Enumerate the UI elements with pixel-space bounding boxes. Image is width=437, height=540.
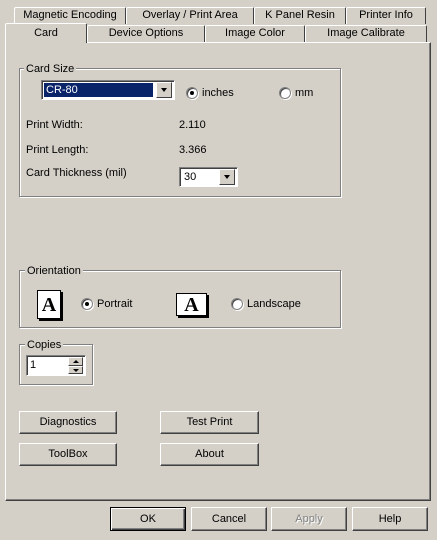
help-button[interactable]: Help (352, 507, 428, 531)
about-button[interactable]: About (160, 443, 259, 466)
card-size-title: Card Size (24, 63, 77, 75)
radio-inches[interactable] (186, 87, 198, 99)
decrement-arrow-icon[interactable] (68, 366, 83, 374)
tab-printer-info[interactable]: Printer Info (346, 7, 426, 24)
button-label: ToolBox (48, 448, 88, 460)
landscape-page-icon: A (176, 293, 207, 316)
button-label: Help (378, 513, 402, 525)
ok-button[interactable]: OK (110, 507, 186, 531)
tab-label: Image Calibrate (327, 27, 405, 39)
tab-label: Magnetic Encoding (23, 9, 117, 21)
print-length-label: Print Length: (26, 144, 89, 156)
diagnostics-button[interactable]: Diagnostics (19, 411, 117, 434)
test-print-button[interactable]: Test Print (160, 411, 259, 434)
print-width-value: 2.110 (179, 119, 206, 131)
button-label: About (195, 448, 224, 460)
card-thickness-label: Card Thickness (mil) (26, 167, 127, 179)
card-size-dropdown[interactable]: CR-80 (41, 80, 175, 100)
copies-value: 1 (30, 359, 37, 371)
button-label: Diagnostics (39, 416, 97, 428)
button-label: OK (140, 513, 156, 525)
tab-image-color[interactable]: Image Color (205, 25, 305, 42)
card-thickness-dropdown[interactable]: 30 (179, 167, 238, 187)
copies-title: Copies (25, 339, 64, 351)
tab-label: Device Options (108, 27, 184, 39)
portrait-page-icon: A (37, 290, 61, 319)
toolbox-button[interactable]: ToolBox (19, 443, 117, 466)
tab-label: Printer Info (359, 9, 413, 21)
chevron-down-icon[interactable] (156, 82, 172, 98)
tab-label: Card (34, 27, 58, 39)
copies-stepper[interactable]: 1 (26, 355, 86, 376)
radio-inches-label: inches (202, 87, 234, 99)
radio-landscape-label: Landscape (247, 298, 301, 310)
chevron-down-icon[interactable] (219, 169, 235, 185)
radio-portrait-label: Portrait (97, 298, 133, 310)
tab-label: K Panel Resin (265, 9, 335, 21)
card-size-selected-value: CR-80 (44, 83, 153, 97)
orientation-title: Orientation (25, 265, 83, 277)
tab-label: Overlay / Print Area (142, 9, 238, 21)
radio-mm-label: mm (295, 87, 314, 99)
print-length-value: 3.366 (179, 144, 207, 156)
tab-k-panel-resin[interactable]: K Panel Resin (254, 7, 346, 24)
tab-magnetic-encoding[interactable]: Magnetic Encoding (14, 7, 126, 24)
radio-mm[interactable] (279, 87, 291, 99)
tab-label: Image Color (225, 27, 285, 39)
button-label: Cancel (211, 513, 247, 525)
radio-portrait[interactable] (81, 298, 93, 310)
button-label: Apply (295, 513, 323, 525)
button-label: Test Print (186, 416, 233, 428)
apply-button[interactable]: Apply (271, 507, 347, 531)
tab-card[interactable]: Card (5, 23, 87, 43)
radio-landscape[interactable] (231, 298, 243, 310)
cancel-button[interactable]: Cancel (191, 507, 267, 531)
tab-device-options[interactable]: Device Options (87, 25, 205, 42)
tab-image-calibrate[interactable]: Image Calibrate (305, 25, 427, 42)
tab-overlay-print-area[interactable]: Overlay / Print Area (126, 7, 254, 24)
increment-arrow-icon[interactable] (68, 357, 83, 366)
print-width-label: Print Width: (26, 119, 83, 131)
card-thickness-value: 30 (184, 171, 197, 183)
